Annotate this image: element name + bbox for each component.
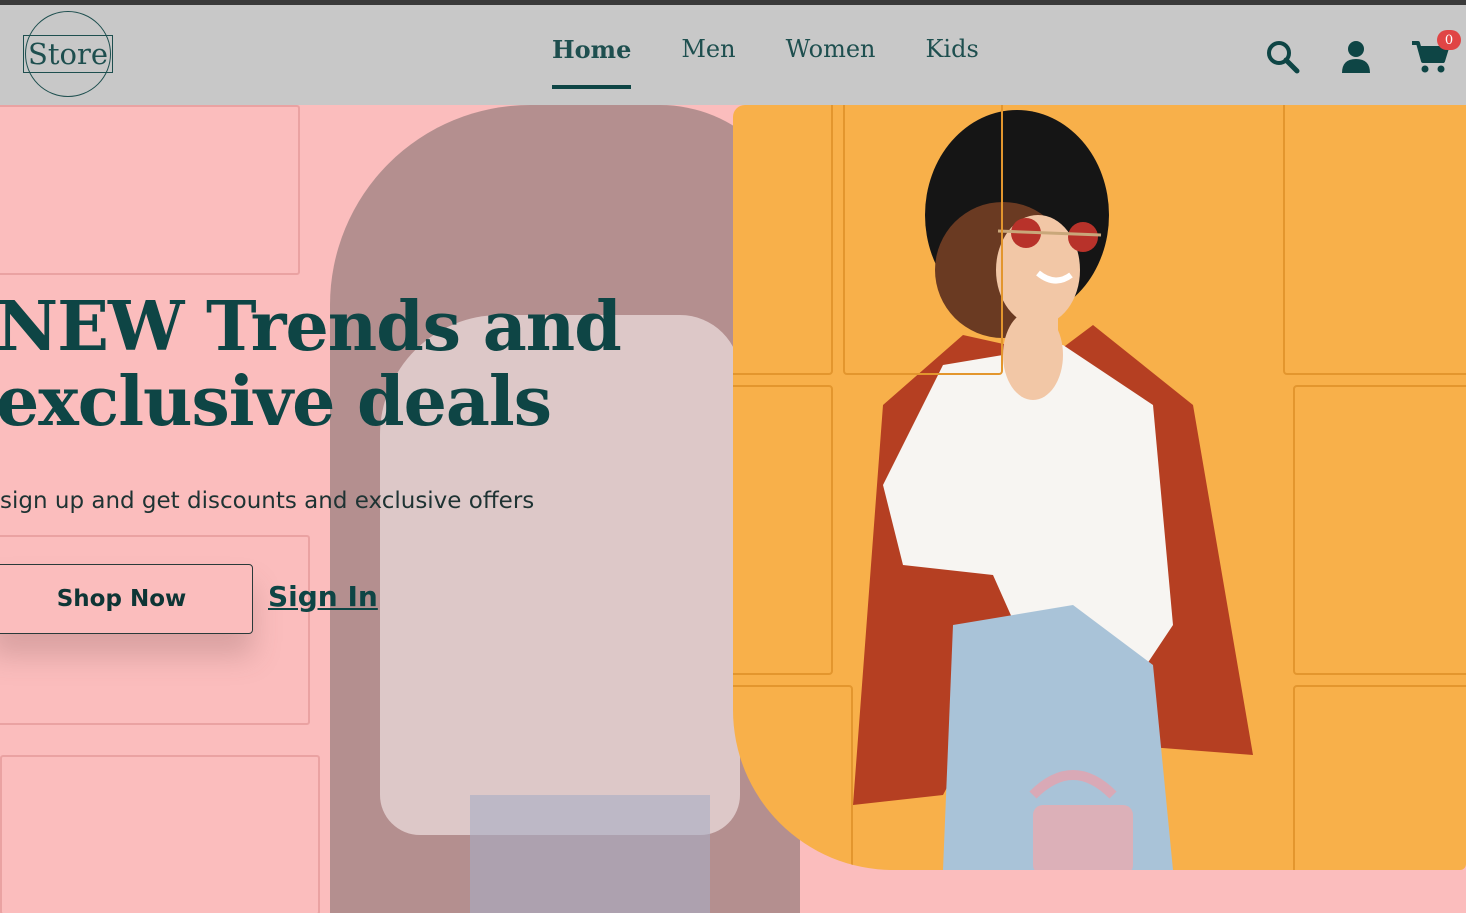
hero-headline: NEW Trends and exclusive deals xyxy=(0,290,696,440)
user-icon[interactable] xyxy=(1338,39,1374,75)
hero-headline-line1: NEW Trends and xyxy=(0,287,622,367)
hero-headline-line2: exclusive deals xyxy=(0,362,552,442)
model-jeans-shape xyxy=(470,795,710,913)
nav-women[interactable]: Women xyxy=(786,35,876,85)
nav-kids[interactable]: Kids xyxy=(926,35,979,85)
sign-in-link[interactable]: Sign In xyxy=(268,580,378,613)
nav-men[interactable]: Men xyxy=(681,35,735,85)
shop-now-button[interactable]: Shop Now xyxy=(0,564,253,634)
hero-photo xyxy=(733,105,1466,870)
store-logo[interactable]: Store xyxy=(23,11,114,97)
cart-count-badge: 0 xyxy=(1437,30,1461,50)
site-header: Store Home Men Women Kids xyxy=(0,5,1466,105)
main-nav: Home Men Women Kids xyxy=(552,35,979,89)
nav-home[interactable]: Home xyxy=(552,35,632,89)
search-icon[interactable] xyxy=(1265,39,1301,75)
hero-subtitle: sign up and get discounts and exclusive … xyxy=(0,488,535,514)
logo-text: Store xyxy=(23,35,114,73)
